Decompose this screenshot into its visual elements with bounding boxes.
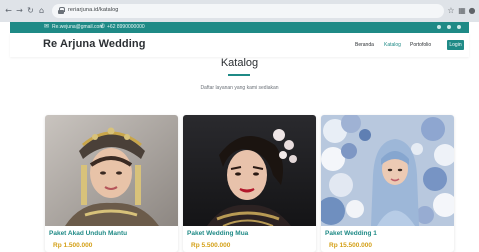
login-button[interactable]: Login	[447, 40, 464, 50]
star-icon[interactable]: ☆	[446, 6, 456, 16]
card-photo[interactable]	[321, 115, 454, 226]
mail-icon: ✉	[44, 24, 50, 30]
card-price: Rp 5.500.000	[191, 242, 231, 249]
lock-icon	[58, 7, 65, 14]
site-logo[interactable]: Re Arjuna Wedding	[43, 38, 146, 50]
contact-bar: ✉ Re.wejuna@gmail.com ✆ +62 8990000000	[10, 22, 469, 33]
nav-portofolio[interactable]: Portofolio	[410, 42, 431, 48]
card-photo[interactable]	[45, 115, 178, 226]
twitter-icon[interactable]	[437, 25, 441, 29]
section-subtitle: Daftar layanan yang kami sediakan	[200, 85, 279, 91]
phone-icon: ✆	[100, 24, 106, 30]
browser-toolbar: ← → ↻ ⌂ reriarjuna.id/katalog ☆ ▦ ●	[0, 0, 479, 22]
home-icon[interactable]: ⌂	[37, 6, 46, 15]
site-header: Re Arjuna Wedding Beranda Katalog Portof…	[10, 33, 469, 57]
section-title: Katalog	[220, 57, 259, 69]
card-price: Rp 15.500.000	[329, 242, 373, 249]
catalog-card[interactable]: Paket Akad Unduh Mantu Rp 1.500.000	[45, 115, 178, 252]
card-title[interactable]: Paket Akad Unduh Mantu	[49, 230, 127, 237]
card-title[interactable]: Paket Wedding Mua	[187, 230, 248, 237]
extension-icon[interactable]: ▦	[457, 6, 467, 16]
reload-icon[interactable]: ↻	[26, 6, 35, 15]
card-price: Rp 1.500.000	[53, 242, 93, 249]
facebook-icon[interactable]	[447, 25, 451, 29]
forward-arrow-icon[interactable]: →	[15, 6, 24, 15]
address-bar[interactable]: reriarjuna.id/katalog	[52, 4, 444, 18]
card-title[interactable]: Paket Wedding 1	[325, 230, 377, 237]
catalog-card[interactable]: Paket Wedding Mua Rp 5.500.000	[183, 115, 316, 252]
nav-katalog[interactable]: Katalog	[384, 42, 401, 48]
contact-email[interactable]: Re.wejuna@gmail.com	[52, 24, 103, 31]
nav-beranda[interactable]: Beranda	[355, 42, 374, 48]
address-url: reriarjuna.id/katalog	[68, 7, 119, 13]
contact-phone[interactable]: +62 8990000000	[107, 24, 145, 31]
section-title-underline	[228, 74, 250, 76]
card-photo[interactable]	[183, 115, 316, 226]
profile-icon[interactable]: ●	[467, 6, 477, 16]
browser-toolbar-row: ← → ↻ ⌂ reriarjuna.id/katalog ☆ ▦ ●	[0, 4, 479, 18]
instagram-icon[interactable]	[457, 25, 461, 29]
catalog-card[interactable]: Paket Wedding 1 Rp 15.500.000	[321, 115, 454, 252]
back-arrow-icon[interactable]: ←	[4, 6, 13, 15]
